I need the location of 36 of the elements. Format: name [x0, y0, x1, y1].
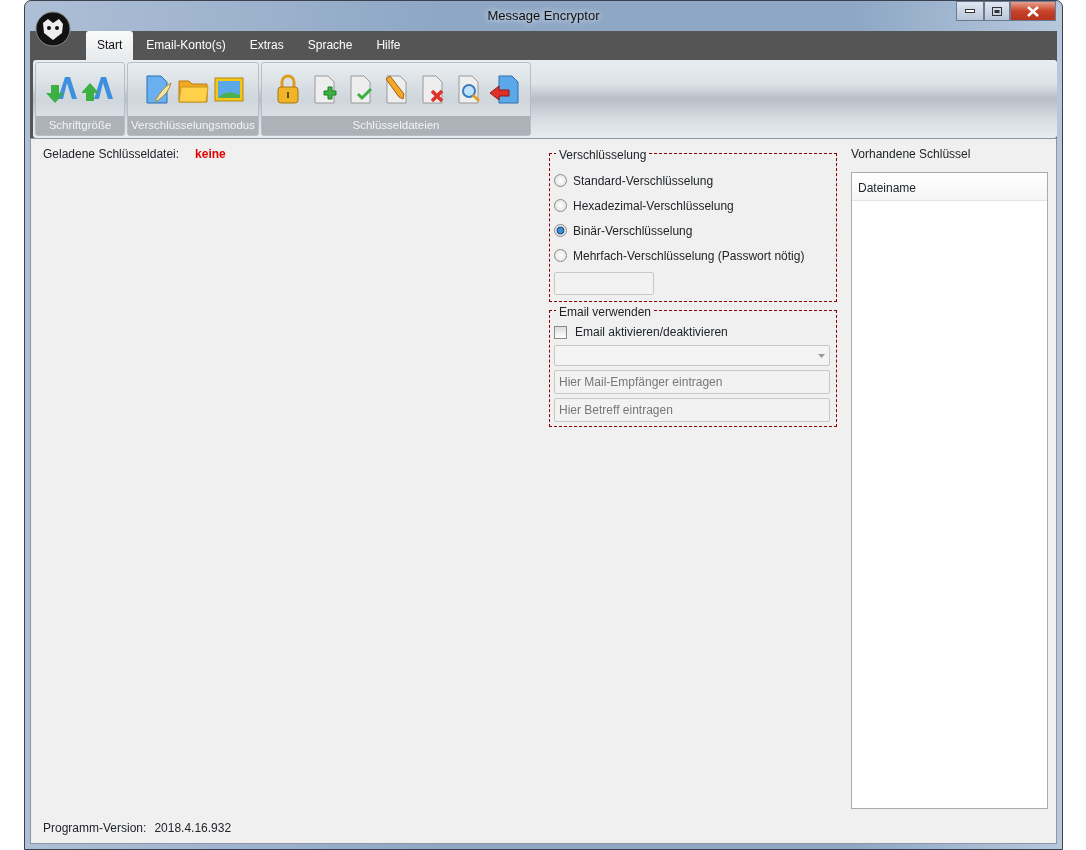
checkbox[interactable] — [554, 325, 567, 339]
menu-tab[interactable]: Start — [86, 31, 134, 60]
menu-tab[interactable]: Email-Konto(s) — [135, 31, 237, 60]
radio-button[interactable] — [554, 224, 567, 237]
radio-label: Mehrfach-Verschlüsselung (Passwort nötig) — [573, 247, 805, 265]
account-dropdown[interactable] — [554, 345, 830, 366]
maximize-button[interactable] — [984, 1, 1010, 21]
ribbon-group-label: Verschlüsselungsmodus — [128, 115, 258, 135]
menu-tab[interactable]: Sprache — [296, 31, 364, 60]
loaded-key-value: keine — [195, 146, 226, 163]
menu-tab[interactable]: Extras — [238, 31, 295, 60]
subject-field[interactable]: Hier Betreff eintragen — [554, 398, 830, 422]
radio-button[interactable] — [554, 199, 567, 212]
close-button[interactable] — [1010, 1, 1056, 21]
ribbon-group-label: Schlüsseldateien — [262, 115, 530, 135]
document-arrow-icon — [488, 73, 520, 106]
field-label: Geladene Schlüsseldatei: — [43, 146, 180, 163]
maximize-icon — [992, 6, 1002, 16]
radio-button[interactable] — [554, 249, 567, 262]
menu-tab[interactable]: Hilfe — [365, 31, 412, 60]
panel-title: Vorhandene Schlüssel — [851, 146, 972, 163]
version-value: 2018.4.16.932 — [154, 820, 232, 837]
checkbox-label: Email aktivieren/deaktivieren — [575, 324, 728, 341]
dropdown-arrow-icon — [818, 353, 825, 358]
radio-button[interactable] — [554, 174, 567, 187]
minimize-icon — [965, 9, 975, 13]
radio-label: Hexadezimal-Verschlüsselung — [573, 197, 734, 215]
radio-label: Standard-Verschlüsselung — [573, 172, 714, 190]
radio-label: Binär-Verschlüsselung — [573, 222, 693, 240]
window-title: Message Encryptor — [487, 7, 600, 26]
minimize-button[interactable] — [956, 1, 984, 21]
close-icon — [1027, 5, 1039, 17]
status-label: Programm-Version: — [43, 820, 147, 837]
ribbon-group-label: Schriftgröße — [36, 115, 124, 135]
recipient-field[interactable]: Hier Mail-Empfänger eintragen — [554, 370, 830, 394]
toolbar-button[interactable] — [488, 72, 520, 107]
